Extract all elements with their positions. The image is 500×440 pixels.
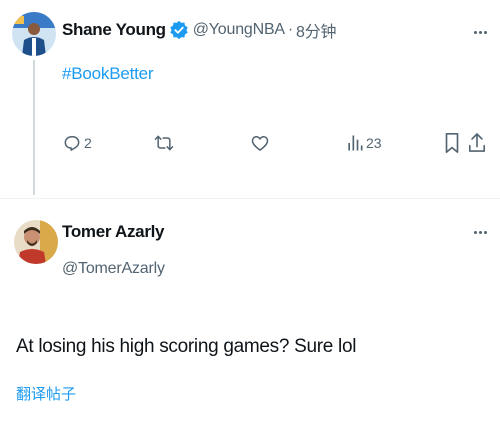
avatar[interactable]: [12, 12, 56, 56]
avatar-image: [14, 220, 58, 264]
timestamp[interactable]: 8分钟: [296, 18, 337, 42]
hashtag-link[interactable]: #BookBetter: [62, 64, 154, 84]
reply-button[interactable]: 2: [62, 130, 92, 156]
tweet-parent[interactable]: Shane Young @YoungNBA · 8分钟 #BookBetter …: [0, 0, 500, 200]
share-button[interactable]: [468, 130, 486, 156]
views-icon: [348, 135, 363, 151]
views-button[interactable]: 23: [346, 130, 382, 156]
verified-badge-icon: [170, 20, 188, 40]
thread-connector-line: [33, 60, 35, 195]
avatar-image: [12, 12, 56, 56]
translate-post-link[interactable]: 翻译帖子: [16, 383, 76, 404]
view-count: 23: [366, 135, 382, 151]
like-button[interactable]: [250, 130, 270, 156]
display-name[interactable]: Tomer Azarly: [62, 222, 165, 242]
retweet-icon: [154, 135, 174, 151]
avatar[interactable]: [14, 220, 58, 264]
display-name[interactable]: Shane Young: [62, 20, 166, 40]
reply-icon: [64, 136, 80, 151]
tweet-header: Shane Young @YoungNBA · 8分钟: [62, 18, 337, 42]
more-icon[interactable]: [470, 222, 490, 242]
action-bar: 2 23: [0, 130, 500, 156]
handle[interactable]: @TomerAzarly: [62, 260, 165, 278]
time-separator: ·: [287, 21, 294, 38]
tweet-text: At losing his high scoring games? Sure l…: [16, 336, 357, 357]
share-icon: [468, 133, 486, 152]
handle[interactable]: @YoungNBA: [193, 21, 285, 39]
more-icon[interactable]: [470, 22, 490, 42]
bookmark-button[interactable]: [444, 130, 460, 156]
bookmark-icon: [445, 133, 459, 153]
retweet-button[interactable]: [153, 130, 175, 156]
tweet-divider: [0, 198, 500, 199]
reply-count: 2: [84, 135, 92, 151]
like-icon: [251, 136, 269, 151]
